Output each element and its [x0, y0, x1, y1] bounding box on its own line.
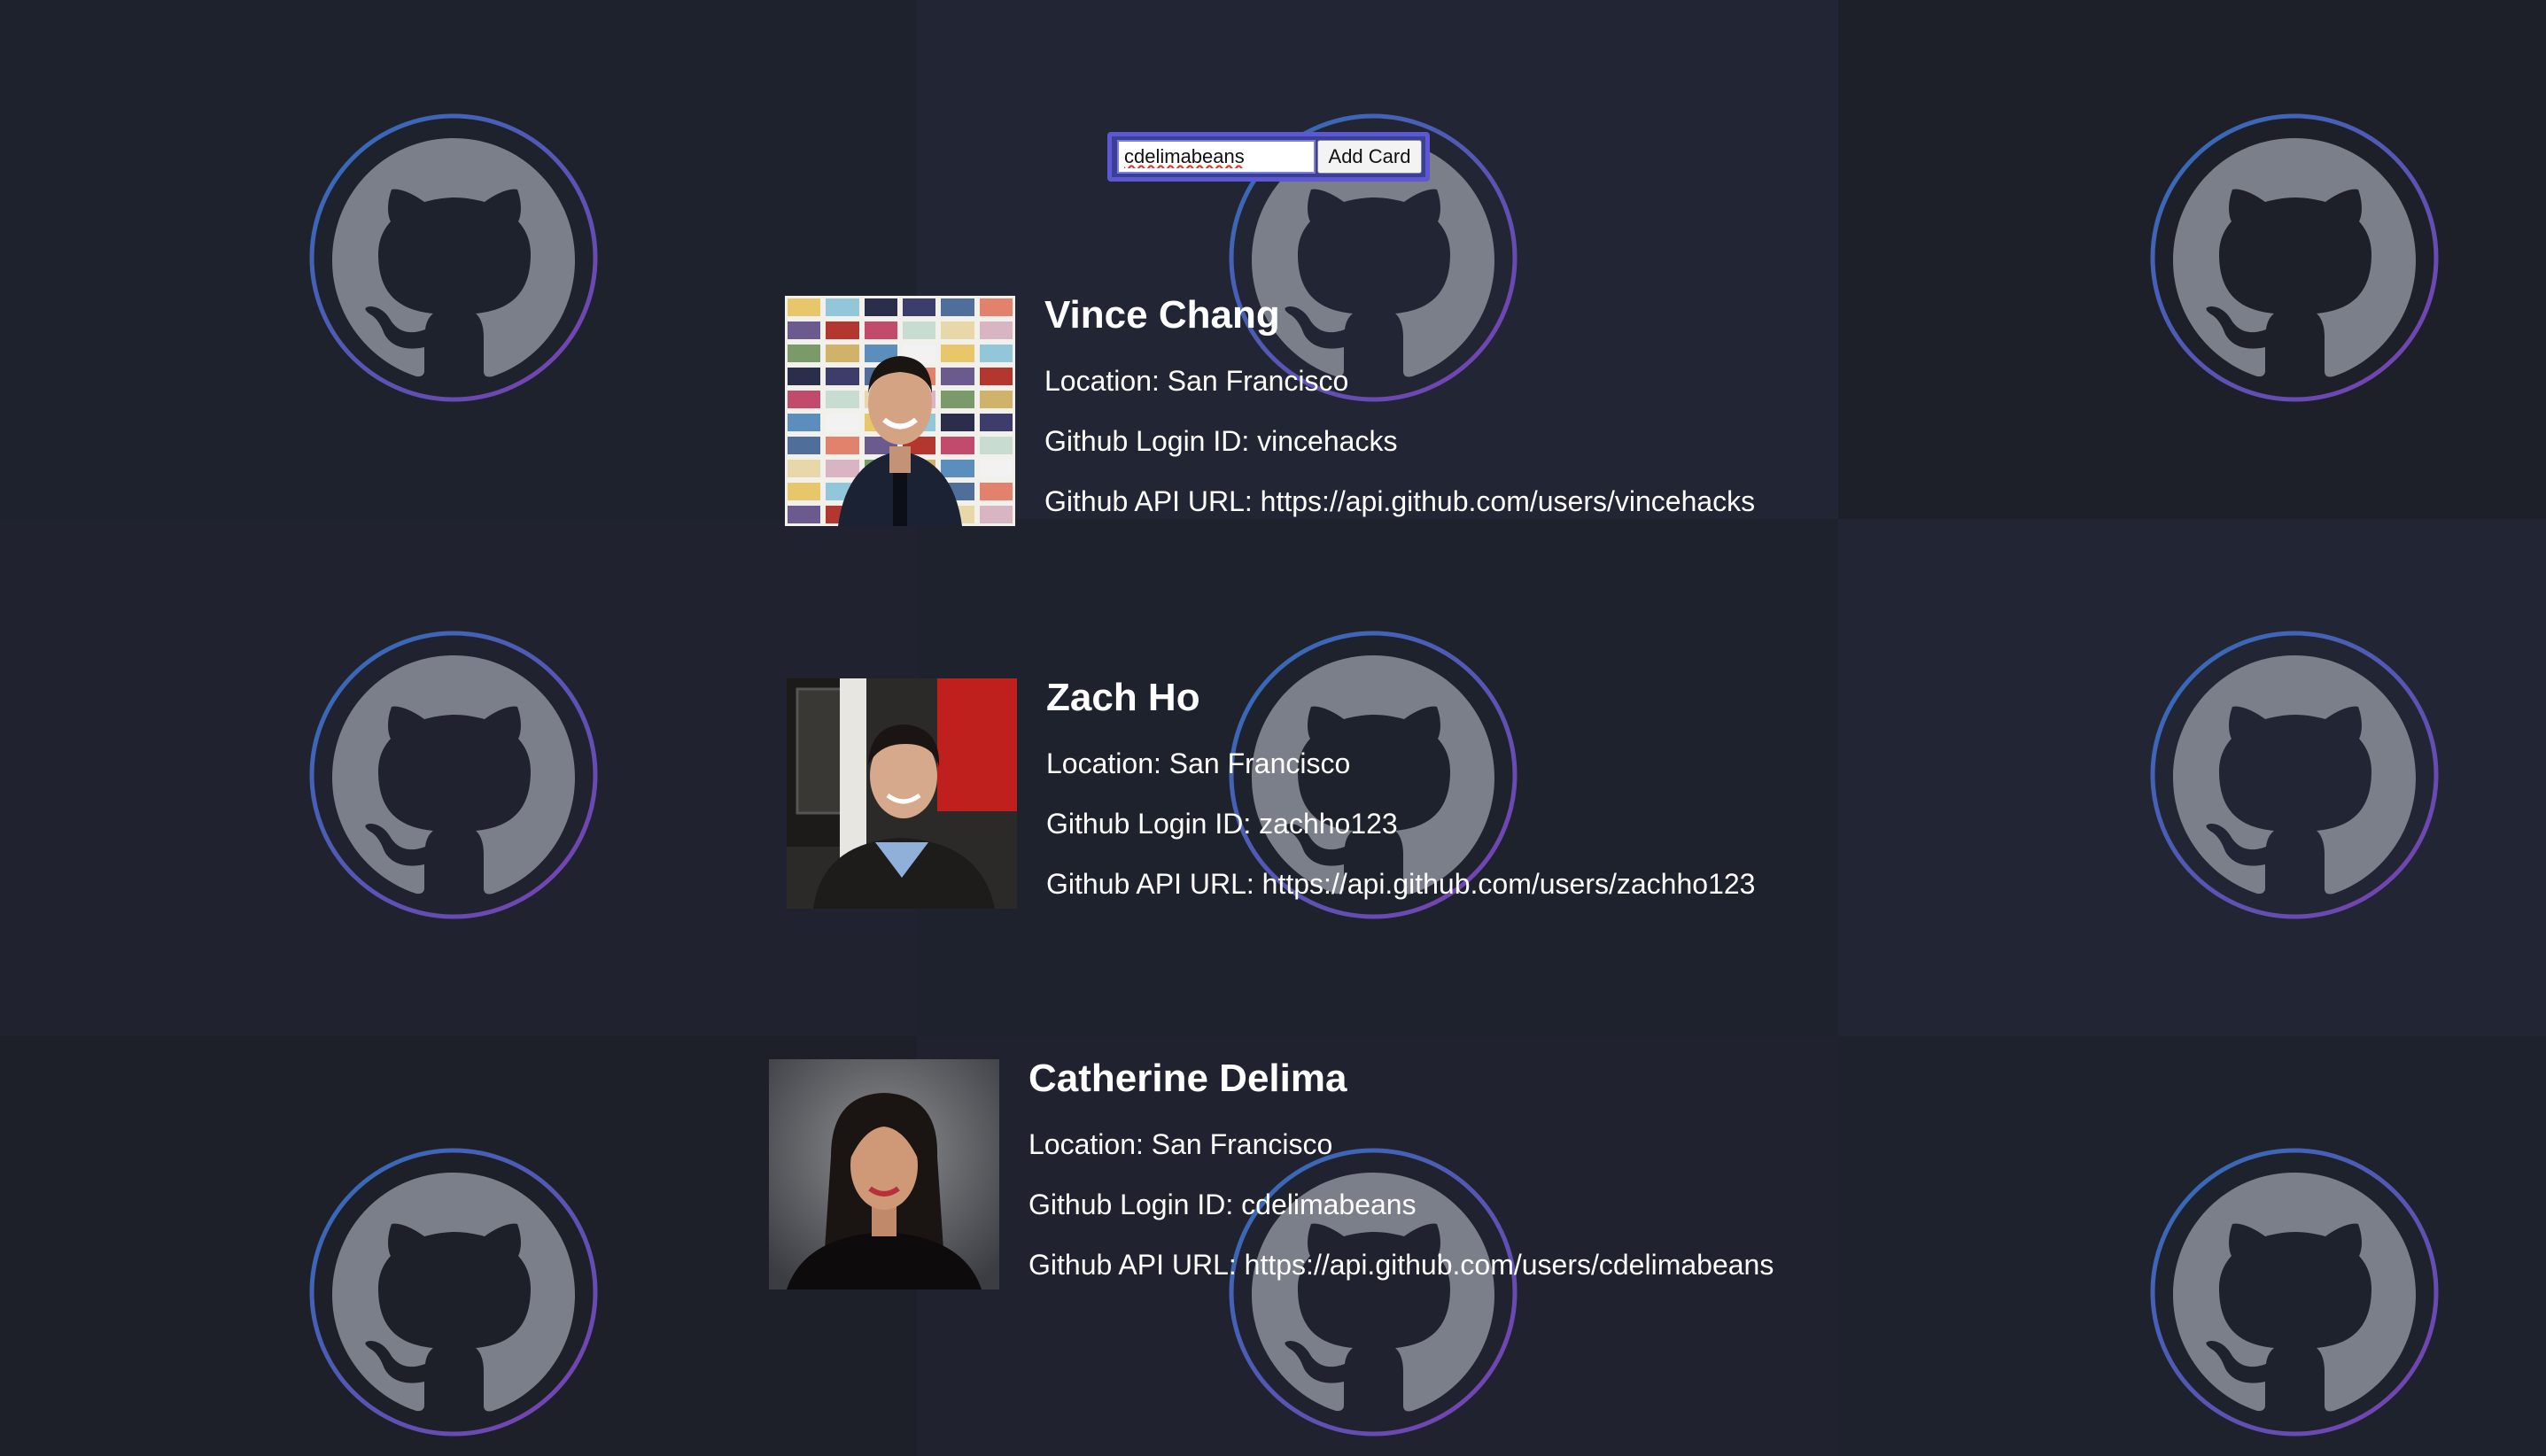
- avatar: [785, 296, 1015, 526]
- card-info: Catherine Delima Location: San Francisco…: [1028, 1054, 1774, 1309]
- add-card-form: Add Card: [1107, 132, 1430, 182]
- user-name: Vince Chang: [1044, 293, 1280, 337]
- user-location: Location: San Francisco: [1046, 747, 1351, 779]
- user-login: Github Login ID: zachho123: [1046, 808, 1398, 840]
- avatar: [769, 1059, 999, 1289]
- card-info: Vince Chang Location: San Francisco Gith…: [1044, 290, 1755, 546]
- user-api-url: Github API URL: https://api.github.com/u…: [1046, 868, 1756, 900]
- github-octocat-icon: [2148, 629, 2441, 921]
- avatar: [787, 678, 1017, 909]
- user-login: Github Login ID: vincehacks: [1044, 425, 1398, 457]
- add-card-button[interactable]: Add Card: [1317, 140, 1422, 174]
- github-octocat-icon: [2148, 112, 2441, 404]
- card-info: Zach Ho Location: San Francisco Github L…: [1046, 673, 1755, 928]
- user-card: Vince Chang Location: San Francisco Gith…: [785, 293, 1755, 546]
- user-api-url: Github API URL: https://api.github.com/u…: [1044, 485, 1756, 517]
- github-octocat-icon: [2148, 1146, 2441, 1438]
- github-octocat-icon: [307, 1146, 600, 1438]
- github-octocat-icon: [307, 629, 600, 921]
- username-input[interactable]: [1117, 140, 1316, 174]
- user-name: Zach Ho: [1046, 676, 1200, 719]
- user-card: Zach Ho Location: San Francisco Github L…: [787, 676, 1755, 928]
- user-card: Catherine Delima Location: San Francisco…: [769, 1057, 1774, 1309]
- user-login: Github Login ID: cdelimabeans: [1028, 1189, 1417, 1220]
- user-location: Location: San Francisco: [1028, 1128, 1333, 1160]
- user-name: Catherine Delima: [1028, 1057, 1347, 1100]
- user-location: Location: San Francisco: [1044, 365, 1349, 397]
- user-api-url: Github API URL: https://api.github.com/u…: [1028, 1249, 1774, 1281]
- github-octocat-icon: [307, 112, 600, 404]
